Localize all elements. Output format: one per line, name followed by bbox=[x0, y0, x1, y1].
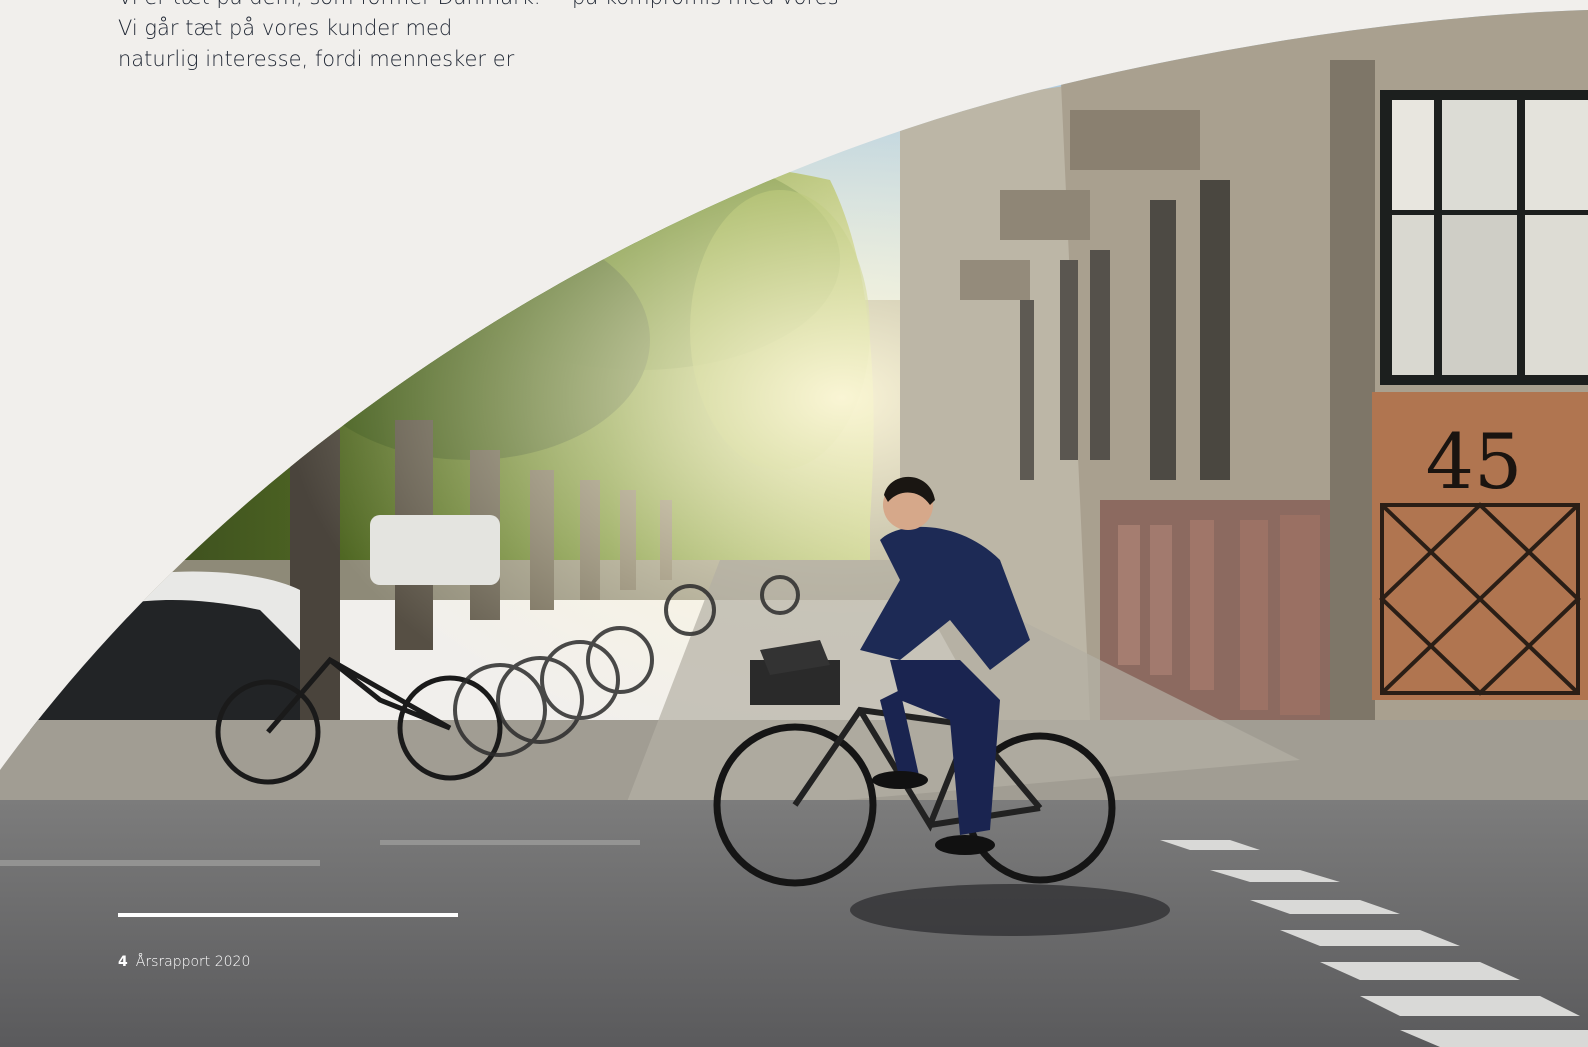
intro-line: naturlig interesse, fordi mennesker er bbox=[118, 47, 515, 71]
building-number: 45 bbox=[1426, 417, 1523, 506]
intro-text-column-2: på kompromis med vores bbox=[572, 0, 872, 13]
report-page: Vi er tæt på dem, som former Danmark. Vi… bbox=[0, 0, 1588, 1047]
footer-divider bbox=[118, 913, 458, 917]
page-number: 4 bbox=[118, 954, 128, 970]
intro-text-column-1: Vi er tæt på dem, som former Danmark. Vi… bbox=[118, 0, 548, 75]
intro-line: Vi går tæt på vores kunder med bbox=[118, 16, 453, 40]
cyclist-street-photo: 45 bbox=[0, 10, 1588, 1047]
intro-line: på kompromis med vores bbox=[572, 0, 872, 13]
report-title: Årsrapport 2020 bbox=[135, 954, 251, 970]
page-footer: 4 Årsrapport 2020 bbox=[118, 954, 250, 970]
intro-line: Vi er tæt på dem, som former Danmark. bbox=[118, 0, 548, 13]
